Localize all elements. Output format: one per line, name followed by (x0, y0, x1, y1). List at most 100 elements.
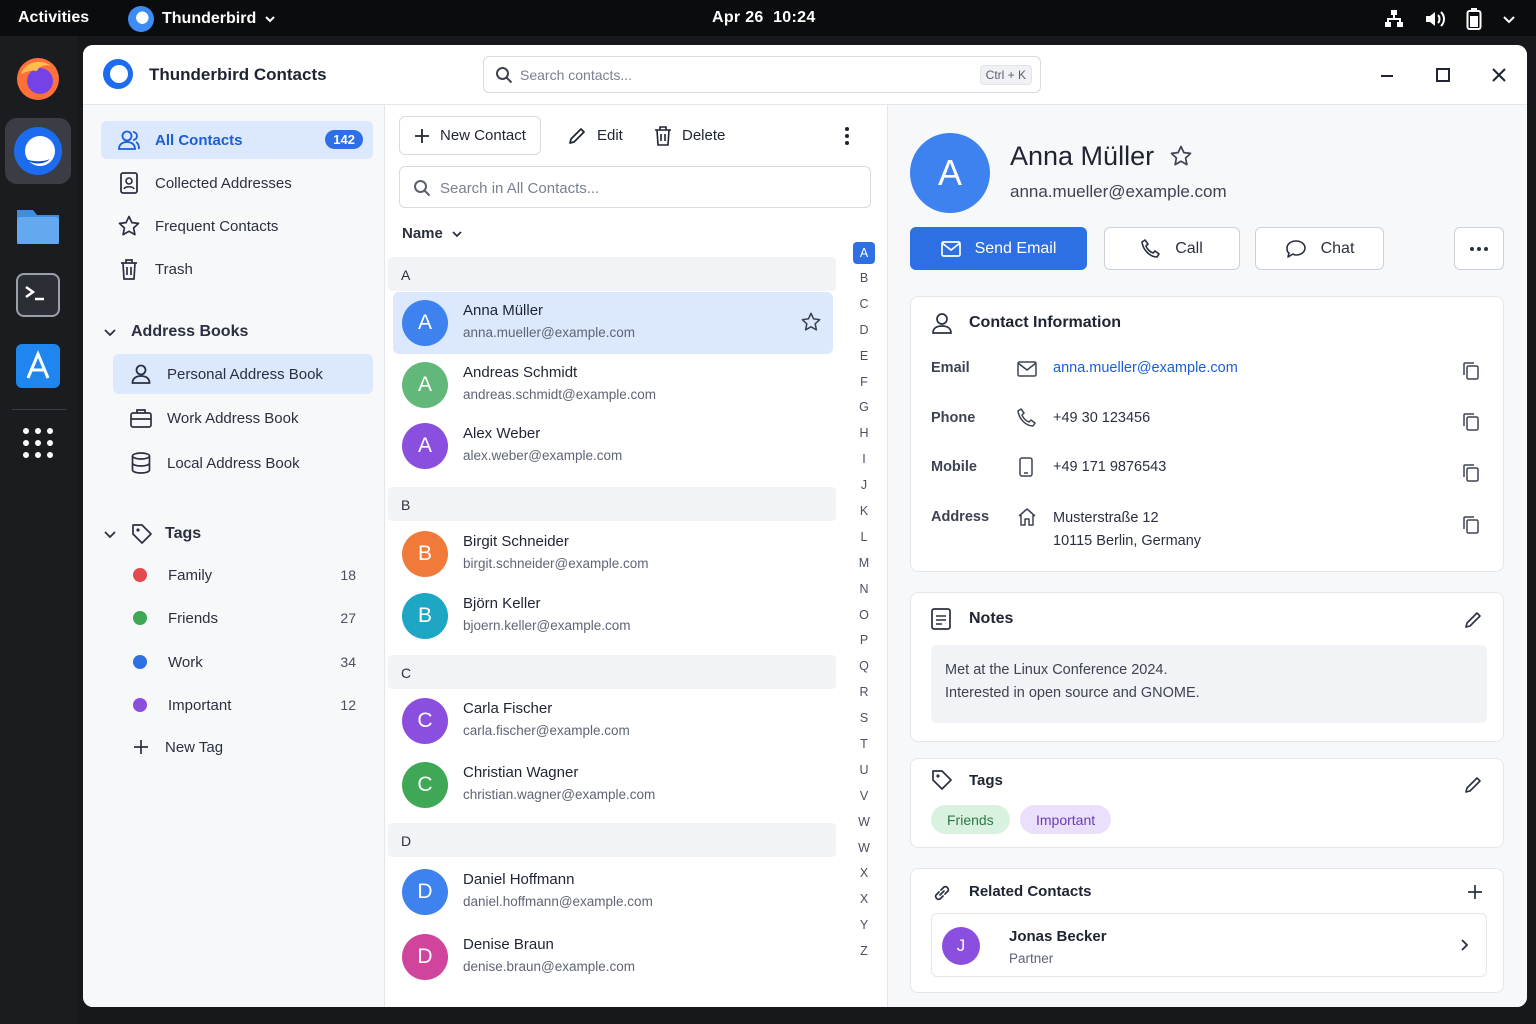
contact-row[interactable]: A Alex Weber alex.weber@example.com (393, 415, 833, 477)
sidebar-item-collected-addresses[interactable]: Collected Addresses (101, 164, 373, 202)
chat-button[interactable]: Chat (1255, 227, 1384, 270)
tag-chip-important[interactable]: Important (1020, 805, 1112, 834)
alpha-letter[interactable]: K (847, 499, 881, 525)
alpha-letter[interactable]: O (847, 603, 881, 629)
tag-item-friends[interactable]: Friends 27 (113, 601, 373, 635)
alpha-letter[interactable]: G (847, 395, 881, 421)
alpha-letter[interactable]: X (847, 887, 881, 913)
top-bar: Activities Thunderbird Apr 26 10:24 (0, 0, 1536, 36)
contact-row[interactable]: C Christian Wagner christian.wagner@exam… (393, 754, 833, 816)
copy-icon[interactable] (1463, 516, 1479, 534)
alpha-letter[interactable]: Z (847, 939, 881, 965)
tag-item-family[interactable]: Family 18 (113, 558, 373, 592)
alpha-letter[interactable]: Q (847, 654, 881, 680)
email-value-link[interactable]: anna.mueller@example.com (1053, 360, 1238, 376)
contact-row[interactable]: A Andreas Schmidt andreas.schmidt@exampl… (393, 354, 833, 416)
volume-icon[interactable] (1424, 9, 1446, 29)
alpha-letter[interactable]: W (847, 810, 881, 836)
alpha-letter[interactable]: J (847, 473, 881, 499)
address-books-section-toggle[interactable]: Address Books (103, 323, 248, 341)
system-tray[interactable] (1384, 8, 1516, 30)
related-contact-row[interactable]: J Jonas Becker Partner (931, 913, 1487, 977)
new-tag-button[interactable]: New Tag (113, 730, 373, 764)
dock-firefox[interactable] (5, 46, 71, 112)
activities-button[interactable]: Activities (18, 9, 89, 27)
pencil-icon[interactable] (1463, 610, 1483, 630)
alpha-letter[interactable]: N (847, 577, 881, 603)
global-search-input[interactable] (520, 65, 940, 85)
contact-row[interactable]: A Anna Müller anna.mueller@example.com (393, 292, 833, 354)
sidebar-item-trash[interactable]: Trash (101, 250, 373, 288)
alpha-letter[interactable]: M (847, 551, 881, 577)
dock-software[interactable] (5, 333, 71, 399)
sidebar-item-all-contacts[interactable]: All Contacts 142 (101, 121, 373, 159)
contact-row[interactable]: C Carla Fischer carla.fischer@example.co… (393, 690, 833, 752)
alpha-letter[interactable]: E (847, 344, 881, 370)
copy-icon[interactable] (1463, 413, 1479, 431)
alpha-letter[interactable]: F (847, 370, 881, 396)
more-actions-button[interactable] (1454, 227, 1504, 270)
maximize-button[interactable] (1429, 61, 1457, 89)
global-search[interactable]: Ctrl + K (483, 56, 1041, 93)
alpha-letter[interactable]: X (847, 861, 881, 887)
chevron-down-icon[interactable] (1502, 12, 1516, 26)
close-button[interactable] (1485, 61, 1513, 89)
tag-item-important[interactable]: Important 12 (113, 688, 373, 722)
alpha-letter[interactable]: A (853, 242, 875, 264)
alpha-letter[interactable]: D (847, 318, 881, 344)
alpha-letter[interactable]: B (847, 266, 881, 292)
address-book-local[interactable]: Local Address Book (113, 443, 373, 483)
list-search[interactable] (399, 166, 871, 208)
network-icon[interactable] (1384, 9, 1404, 29)
new-contact-button[interactable]: New Contact (399, 116, 541, 155)
address-book-personal[interactable]: Personal Address Book (113, 354, 373, 394)
address-book-work[interactable]: Work Address Book (113, 398, 373, 438)
alpha-letter[interactable]: Y (847, 913, 881, 939)
minimize-button[interactable] (1373, 61, 1401, 89)
alpha-letter[interactable]: W (847, 836, 881, 862)
add-related-contact-icon[interactable] (1467, 884, 1483, 900)
alpha-letter[interactable]: C (847, 292, 881, 318)
alpha-letter[interactable]: S (847, 706, 881, 732)
alpha-letter[interactable]: T (847, 732, 881, 758)
delete-button[interactable]: Delete (640, 116, 739, 155)
alpha-letter[interactable]: P (847, 628, 881, 654)
chevron-down-icon (103, 325, 119, 339)
list-search-input[interactable] (440, 178, 840, 198)
call-button[interactable]: Call (1104, 227, 1240, 270)
send-email-button[interactable]: Send Email (910, 227, 1087, 270)
star-icon[interactable] (801, 312, 821, 332)
alpha-letter[interactable]: R (847, 680, 881, 706)
tag-count: 18 (340, 567, 356, 583)
alpha-letter[interactable]: U (847, 758, 881, 784)
tags-section-toggle[interactable]: Tags (103, 523, 201, 545)
sidebar-item-frequent-contacts[interactable]: Frequent Contacts (101, 207, 373, 245)
alpha-letter[interactable]: I (847, 447, 881, 473)
tag-item-work[interactable]: Work 34 (113, 645, 373, 679)
contact-row[interactable]: B Björn Keller bjoern.keller@example.com (393, 585, 833, 647)
section-title: Address Books (131, 323, 249, 340)
tag-chip-friends[interactable]: Friends (931, 805, 1010, 834)
card-title: Notes (969, 610, 1014, 627)
dock-thunderbird[interactable] (5, 118, 71, 184)
more-vertical-icon (845, 126, 849, 145)
battery-icon[interactable] (1466, 8, 1482, 30)
copy-icon[interactable] (1463, 464, 1479, 482)
contact-row[interactable]: B Birgit Schneider birgit.schneider@exam… (393, 523, 833, 585)
dock-app-grid[interactable] (5, 410, 71, 476)
app-menu[interactable]: Thunderbird (128, 6, 276, 32)
clock[interactable]: Apr 26 10:24 (712, 9, 816, 27)
dock-files[interactable] (5, 192, 71, 258)
alpha-letter[interactable]: V (847, 784, 881, 810)
alpha-letter[interactable]: H (847, 421, 881, 447)
contact-row[interactable]: D Daniel Hoffmann daniel.hoffmann@exampl… (393, 861, 833, 923)
alpha-letter[interactable]: L (847, 525, 881, 551)
edit-button[interactable]: Edit (553, 116, 637, 155)
pencil-icon[interactable] (1463, 775, 1483, 795)
dock-terminal[interactable] (5, 262, 71, 328)
copy-icon[interactable] (1463, 362, 1479, 380)
more-options-button[interactable] (831, 116, 863, 155)
favorite-star-icon[interactable] (1170, 145, 1192, 167)
contact-row[interactable]: D Denise Braun denise.braun@example.com (393, 926, 833, 988)
sort-by-name[interactable]: Name (402, 225, 463, 242)
